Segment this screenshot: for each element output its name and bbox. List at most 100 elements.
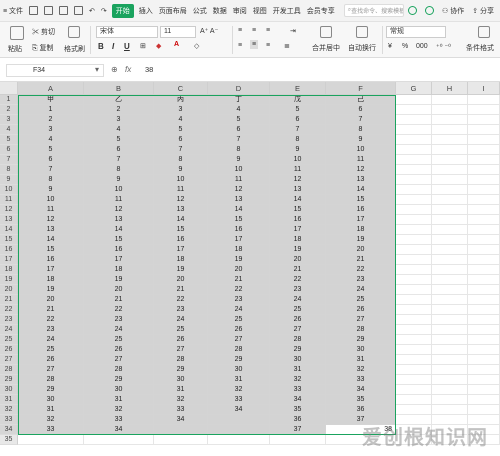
cell-h24[interactable] <box>432 325 468 335</box>
cell-i30[interactable] <box>468 385 500 395</box>
cell-h26[interactable] <box>432 345 468 355</box>
align-middle-icon[interactable]: ≡ <box>252 27 256 34</box>
cell-i16[interactable] <box>468 245 500 255</box>
cell-b22[interactable]: 22 <box>84 305 154 315</box>
cell-i5[interactable] <box>468 135 500 145</box>
cell-b10[interactable]: 10 <box>84 185 154 195</box>
cell-d19[interactable]: 21 <box>208 275 270 285</box>
cell-g28[interactable] <box>396 365 432 375</box>
cell-b20[interactable]: 20 <box>84 285 154 295</box>
cell-b4[interactable]: 4 <box>84 125 154 135</box>
cell-c12[interactable]: 13 <box>154 205 208 215</box>
cell-d18[interactable]: 20 <box>208 265 270 275</box>
spreadsheet-grid[interactable]: ABCDEFGHI1甲乙丙丁戊己212345632345674345678545… <box>0 82 500 456</box>
cell-d34[interactable] <box>208 425 270 435</box>
cell-c29[interactable]: 30 <box>154 375 208 385</box>
cell-c28[interactable]: 29 <box>154 365 208 375</box>
row-header-29[interactable]: 29 <box>0 375 18 385</box>
row-header-3[interactable]: 3 <box>0 115 18 125</box>
cell-e20[interactable]: 23 <box>270 285 326 295</box>
tab-page-layout[interactable]: 页面布局 <box>156 6 190 16</box>
cell-f13[interactable]: 17 <box>326 215 396 225</box>
cell-i10[interactable] <box>468 185 500 195</box>
row-header-4[interactable]: 4 <box>0 125 18 135</box>
border-icon[interactable]: ⊞ <box>140 42 146 50</box>
cell-d24[interactable]: 26 <box>208 325 270 335</box>
cell-a1[interactable]: 甲 <box>18 95 84 105</box>
cell-h7[interactable] <box>432 155 468 165</box>
conditional-format-button[interactable]: 条件格式 <box>466 43 494 53</box>
cell-g10[interactable] <box>396 185 432 195</box>
cell-g11[interactable] <box>396 195 432 205</box>
cell-b8[interactable]: 8 <box>84 165 154 175</box>
cell-b3[interactable]: 3 <box>84 115 154 125</box>
cell-a15[interactable]: 14 <box>18 235 84 245</box>
row-header-22[interactable]: 22 <box>0 305 18 315</box>
row-header-1[interactable]: 1 <box>0 95 18 105</box>
cell-e8[interactable]: 11 <box>270 165 326 175</box>
tab-view[interactable]: 视图 <box>250 6 270 16</box>
indent-icon[interactable]: ⇥ <box>290 27 296 35</box>
export-icon[interactable] <box>44 6 54 15</box>
cell-g12[interactable] <box>396 205 432 215</box>
cell-g13[interactable] <box>396 215 432 225</box>
cell-d11[interactable]: 13 <box>208 195 270 205</box>
cell-f26[interactable]: 30 <box>326 345 396 355</box>
select-all-corner[interactable] <box>0 82 18 95</box>
cell-d20[interactable]: 22 <box>208 285 270 295</box>
print-icon[interactable] <box>59 6 69 15</box>
cell-d23[interactable]: 25 <box>208 315 270 325</box>
cell-e2[interactable]: 5 <box>270 105 326 115</box>
cell-e3[interactable]: 6 <box>270 115 326 125</box>
cell-g24[interactable] <box>396 325 432 335</box>
cell-b11[interactable]: 11 <box>84 195 154 205</box>
cell-e22[interactable]: 25 <box>270 305 326 315</box>
cell-g9[interactable] <box>396 175 432 185</box>
cell-h30[interactable] <box>432 385 468 395</box>
cell-b1[interactable]: 乙 <box>84 95 154 105</box>
cell-e26[interactable]: 29 <box>270 345 326 355</box>
cell-e1[interactable]: 戊 <box>270 95 326 105</box>
cell-e27[interactable]: 30 <box>270 355 326 365</box>
cell-a21[interactable]: 20 <box>18 295 84 305</box>
cell-g31[interactable] <box>396 395 432 405</box>
cell-d35[interactable] <box>208 435 270 445</box>
number-format-select[interactable]: 常规 <box>386 26 446 38</box>
cell-d6[interactable]: 8 <box>208 145 270 155</box>
cell-b16[interactable]: 16 <box>84 245 154 255</box>
cell-a18[interactable]: 17 <box>18 265 84 275</box>
cell-e29[interactable]: 32 <box>270 375 326 385</box>
cell-f1[interactable]: 己 <box>326 95 396 105</box>
cell-a4[interactable]: 3 <box>18 125 84 135</box>
cell-b21[interactable]: 21 <box>84 295 154 305</box>
cell-b2[interactable]: 2 <box>84 105 154 115</box>
redo-icon[interactable]: ↷ <box>98 7 110 15</box>
cell-c20[interactable]: 21 <box>154 285 208 295</box>
cell-d1[interactable]: 丁 <box>208 95 270 105</box>
align-center-icon[interactable]: ≡ <box>250 40 259 49</box>
cell-g5[interactable] <box>396 135 432 145</box>
cell-h25[interactable] <box>432 335 468 345</box>
cell-f15[interactable]: 19 <box>326 235 396 245</box>
align-right-icon[interactable]: ≡ <box>266 42 270 49</box>
cell-a32[interactable]: 31 <box>18 405 84 415</box>
cell-h5[interactable] <box>432 135 468 145</box>
cell-d30[interactable]: 32 <box>208 385 270 395</box>
cell-f9[interactable]: 13 <box>326 175 396 185</box>
cell-h3[interactable] <box>432 115 468 125</box>
row-header-15[interactable]: 15 <box>0 235 18 245</box>
cell-h11[interactable] <box>432 195 468 205</box>
cell-b31[interactable]: 31 <box>84 395 154 405</box>
cell-g4[interactable] <box>396 125 432 135</box>
fx-icon[interactable]: fx <box>125 65 131 74</box>
cell-a8[interactable]: 7 <box>18 165 84 175</box>
cell-e18[interactable]: 21 <box>270 265 326 275</box>
paste-icon[interactable] <box>10 26 24 40</box>
column-header-h[interactable]: H <box>432 82 468 95</box>
cell-h4[interactable] <box>432 125 468 135</box>
row-header-33[interactable]: 33 <box>0 415 18 425</box>
cell-a5[interactable]: 4 <box>18 135 84 145</box>
cell-i4[interactable] <box>468 125 500 135</box>
row-header-9[interactable]: 9 <box>0 175 18 185</box>
cell-d32[interactable]: 34 <box>208 405 270 415</box>
